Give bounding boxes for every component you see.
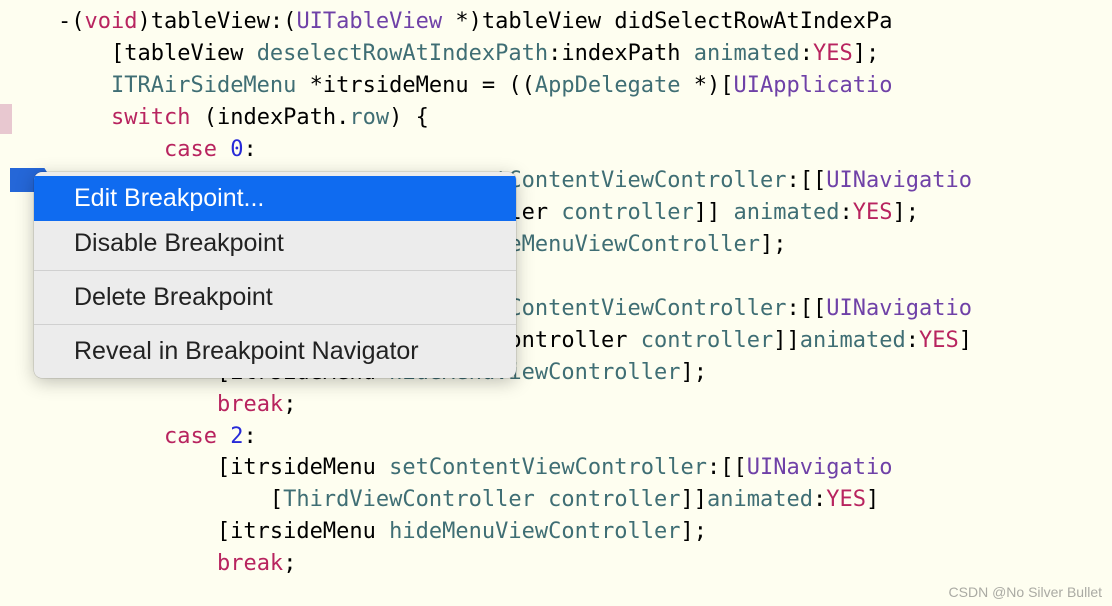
code-line: switch (indexPath.row) { [58,105,429,130]
code-line: [ThirdViewController controller]]animate… [58,487,879,512]
menu-separator [34,270,516,271]
code-line: break; [58,551,296,576]
menu-disable-breakpoint[interactable]: Disable Breakpoint [34,221,516,266]
menu-delete-breakpoint[interactable]: Delete Breakpoint [34,275,516,320]
code-line: case 2: [58,424,257,449]
watermark: CSDN @No Silver Bullet [949,584,1102,600]
menu-separator [34,324,516,325]
code-line: break; [58,392,296,417]
code-line: case 0: [58,137,257,162]
code-line: [itrsideMenu setContentViewController:[[… [58,455,892,480]
code-line: -(void)tableView:(UITableView *)tableVie… [58,9,892,34]
code-line: [itrsideMenu hideMenuViewController]; [58,519,707,544]
code-line: [tableView deselectRowAtIndexPath:indexP… [58,41,879,66]
breakpoint-context-menu: Edit Breakpoint... Disable Breakpoint De… [34,172,516,378]
menu-reveal-breakpoint[interactable]: Reveal in Breakpoint Navigator [34,329,516,374]
menu-edit-breakpoint[interactable]: Edit Breakpoint... [34,176,516,221]
code-line: ITRAirSideMenu *itrsideMenu = ((AppDeleg… [58,73,892,98]
